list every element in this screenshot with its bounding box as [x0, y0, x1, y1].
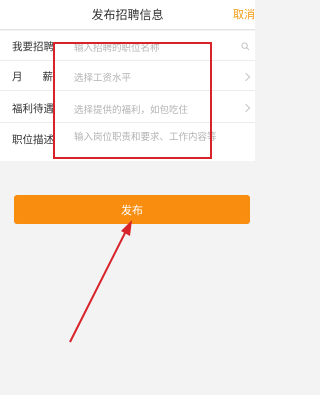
description-label: 职位描述	[12, 134, 54, 146]
description-input[interactable]: 输入岗位职责和要求、工作内容等	[74, 132, 249, 143]
form-row-salary[interactable]: 月 薪 选择工资水平	[0, 61, 255, 91]
benefits-select[interactable]: 选择提供的福利，如包吃住	[74, 102, 188, 116]
salary-select[interactable]: 选择工资水平	[74, 70, 131, 84]
position-label: 我要招聘	[12, 41, 54, 53]
title-bar: 发布招聘信息 取消	[0, 0, 255, 30]
position-input[interactable]: 输入招聘的职位名称	[74, 40, 160, 54]
chevron-right-icon	[241, 72, 251, 82]
search-icon[interactable]	[241, 42, 250, 51]
job-post-form: 我要招聘 输入招聘的职位名称 月 薪 选择工资水平 福利待遇 选择提供的福利，如…	[0, 31, 255, 161]
page-title: 发布招聘信息	[91, 8, 164, 22]
form-row-description[interactable]: 职位描述 输入岗位职责和要求、工作内容等	[0, 123, 255, 161]
form-row-position[interactable]: 我要招聘 输入招聘的职位名称	[0, 31, 255, 61]
publish-button[interactable]: 发布	[14, 195, 250, 224]
form-row-benefits[interactable]: 福利待遇 选择提供的福利，如包吃住	[0, 91, 255, 123]
benefits-label: 福利待遇	[12, 103, 54, 115]
salary-label: 月 薪	[12, 71, 54, 83]
chevron-right-icon	[241, 103, 251, 113]
cancel-button[interactable]: 取消	[233, 6, 255, 22]
